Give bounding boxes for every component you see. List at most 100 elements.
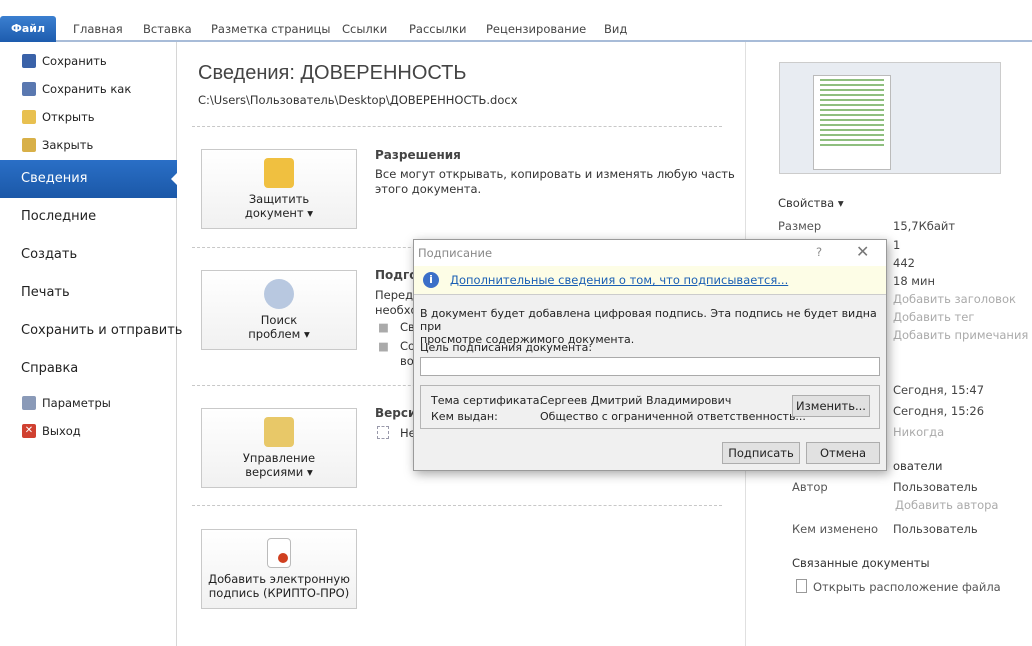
add-digital-signature-button[interactable]: Добавить электроннуюподпись (КРИПТО-ПРО) [201, 529, 357, 609]
options-icon [22, 396, 36, 410]
cancel-button[interactable]: Отмена [806, 442, 880, 464]
related-documents-heading: Связанные документы [792, 556, 930, 570]
sidebar-recent[interactable]: Последние [21, 209, 96, 224]
edit-time-value: 18 мин [893, 274, 935, 288]
modified-by-label: Кем изменено [792, 522, 878, 536]
version-doc-icon [377, 426, 389, 439]
label: документ ▾ [202, 206, 356, 220]
sidebar-open[interactable]: Открыть [22, 110, 95, 124]
printed-value: Никогда [893, 425, 944, 439]
words-value: 442 [893, 256, 915, 270]
label: проблем ▾ [202, 327, 356, 341]
tab-insert[interactable]: Вставка [143, 22, 192, 36]
info-icon: i [423, 272, 439, 288]
divider [192, 505, 722, 506]
ribbon-tab-bar: Файл Главная Вставка Разметка страницы С… [0, 0, 1032, 42]
label: Выход [42, 424, 81, 438]
sidebar-new[interactable]: Создать [21, 247, 77, 262]
add-author-field[interactable]: Добавить автора [895, 498, 998, 512]
sidebar-help[interactable]: Справка [21, 361, 78, 376]
bullet: ■ [378, 339, 389, 354]
sidebar-exit[interactable]: ✕ Выход [22, 424, 81, 438]
close-button[interactable]: ✕ [856, 242, 869, 261]
add-comments-field[interactable]: Добавить примечания [893, 328, 1028, 342]
label: Поиск [202, 313, 356, 327]
permissions-heading: Разрешения [375, 148, 461, 162]
tab-home[interactable]: Главная [73, 22, 123, 36]
open-file-location-link[interactable]: Открыть расположение файла [813, 580, 1001, 594]
sidebar-close[interactable]: Закрыть [22, 138, 93, 152]
document-icon [796, 579, 807, 593]
dialog-titlebar: Подписание ? ✕ [414, 240, 886, 266]
tab-review[interactable]: Рецензирование [486, 22, 586, 36]
issuer-label: Кем выдан: [431, 410, 498, 423]
help-button[interactable]: ? [816, 245, 822, 259]
modified-value: Сегодня, 15:47 [893, 383, 984, 397]
file-path: C:\Users\Пользователь\Desktop\ДОВЕРЕННОС… [198, 93, 518, 107]
add-tag-field[interactable]: Добавить тег [893, 310, 974, 324]
tab-references[interactable]: Ссылки [342, 22, 387, 36]
purpose-input[interactable] [420, 357, 880, 376]
created-value: Сегодня, 15:26 [893, 404, 984, 418]
size-label: Размер [778, 219, 821, 233]
prepare-heading: Подго [375, 268, 418, 282]
versions-heading: Верси [375, 406, 416, 420]
dialog-title: Подписание [418, 246, 492, 260]
exit-icon: ✕ [22, 424, 36, 438]
permissions-text: Все могут открывать, копировать и изменя… [375, 167, 735, 197]
tab-page-layout[interactable]: Разметка страницы [211, 22, 330, 36]
cert-subject-value: Сергеев Дмитрий Владимирович [540, 394, 731, 407]
properties-dropdown[interactable]: Свойства ▾ [778, 196, 844, 210]
cert-subject-label: Тема сертификата: [431, 394, 543, 407]
author-value: Пользователь [893, 480, 978, 494]
change-certificate-button[interactable]: Изменить... [792, 395, 870, 417]
tab-file[interactable]: Файл [0, 16, 56, 42]
sidebar-save-as[interactable]: Сохранить как [22, 82, 131, 96]
issuer-value: Общество с ограниченной ответственность.… [540, 410, 806, 423]
label: Открыть [42, 110, 95, 124]
manage-versions-button[interactable]: Управлениеверсиями ▾ [201, 408, 357, 488]
save-icon [22, 54, 36, 68]
info-bar: i Дополнительные сведения о том, что под… [414, 266, 886, 295]
sidebar-info[interactable]: Сведения [0, 160, 177, 198]
tab-view[interactable]: Вид [604, 22, 627, 36]
author-label: Автор [792, 480, 828, 494]
label: Управление [202, 451, 356, 465]
prepare-text: Переднеобхо [375, 288, 418, 318]
protect-document-button[interactable]: Защититьдокумент ▾ [201, 149, 357, 229]
modified-by-value: Пользователь [893, 522, 978, 536]
label: Сохранить как [42, 82, 131, 96]
bullet: ■ [378, 320, 389, 335]
folder-close-icon [22, 138, 36, 152]
sidebar-save-send[interactable]: Сохранить и отправить [21, 323, 182, 338]
label: Закрыть [42, 138, 93, 152]
sidebar-print[interactable]: Печать [21, 285, 70, 300]
label: версиями ▾ [202, 465, 356, 479]
label: Сохранить [42, 54, 107, 68]
page-title: Сведения: ДОВЕРЕННОСТЬ [198, 62, 467, 85]
size-value: 15,7Кбайт [893, 219, 955, 233]
more-info-link[interactable]: Дополнительные сведения о том, что подпи… [450, 273, 788, 287]
purpose-label: Цель подписания документа: [420, 341, 592, 354]
sidebar-options[interactable]: Параметры [22, 396, 111, 410]
add-title-field[interactable]: Добавить заголовок [893, 292, 1016, 306]
save-as-icon [22, 82, 36, 96]
versions-icon [264, 417, 294, 447]
document-thumbnail[interactable] [779, 62, 1001, 174]
tab-mailings[interactable]: Рассылки [409, 22, 466, 36]
label: подпись (КРИПТО-ПРО) [202, 586, 356, 600]
related-people-heading: ователи [893, 459, 942, 473]
pages-value: 1 [893, 238, 900, 252]
folder-open-icon [22, 110, 36, 124]
signing-dialog: Подписание ? ✕ i Дополнительные сведения… [413, 239, 887, 471]
sign-button[interactable]: Подписать [722, 442, 800, 464]
certificate-group: Тема сертификата: Сергеев Дмитрий Владим… [420, 385, 880, 429]
divider [192, 126, 722, 127]
check-issues-button[interactable]: Поискпроблем ▾ [201, 270, 357, 350]
lock-key-icon [264, 158, 294, 188]
sidebar-save[interactable]: Сохранить [22, 54, 107, 68]
certificate-icon [267, 538, 291, 568]
checklist-icon [264, 279, 294, 309]
backstage-sidebar [0, 42, 177, 646]
label: Параметры [42, 396, 111, 410]
